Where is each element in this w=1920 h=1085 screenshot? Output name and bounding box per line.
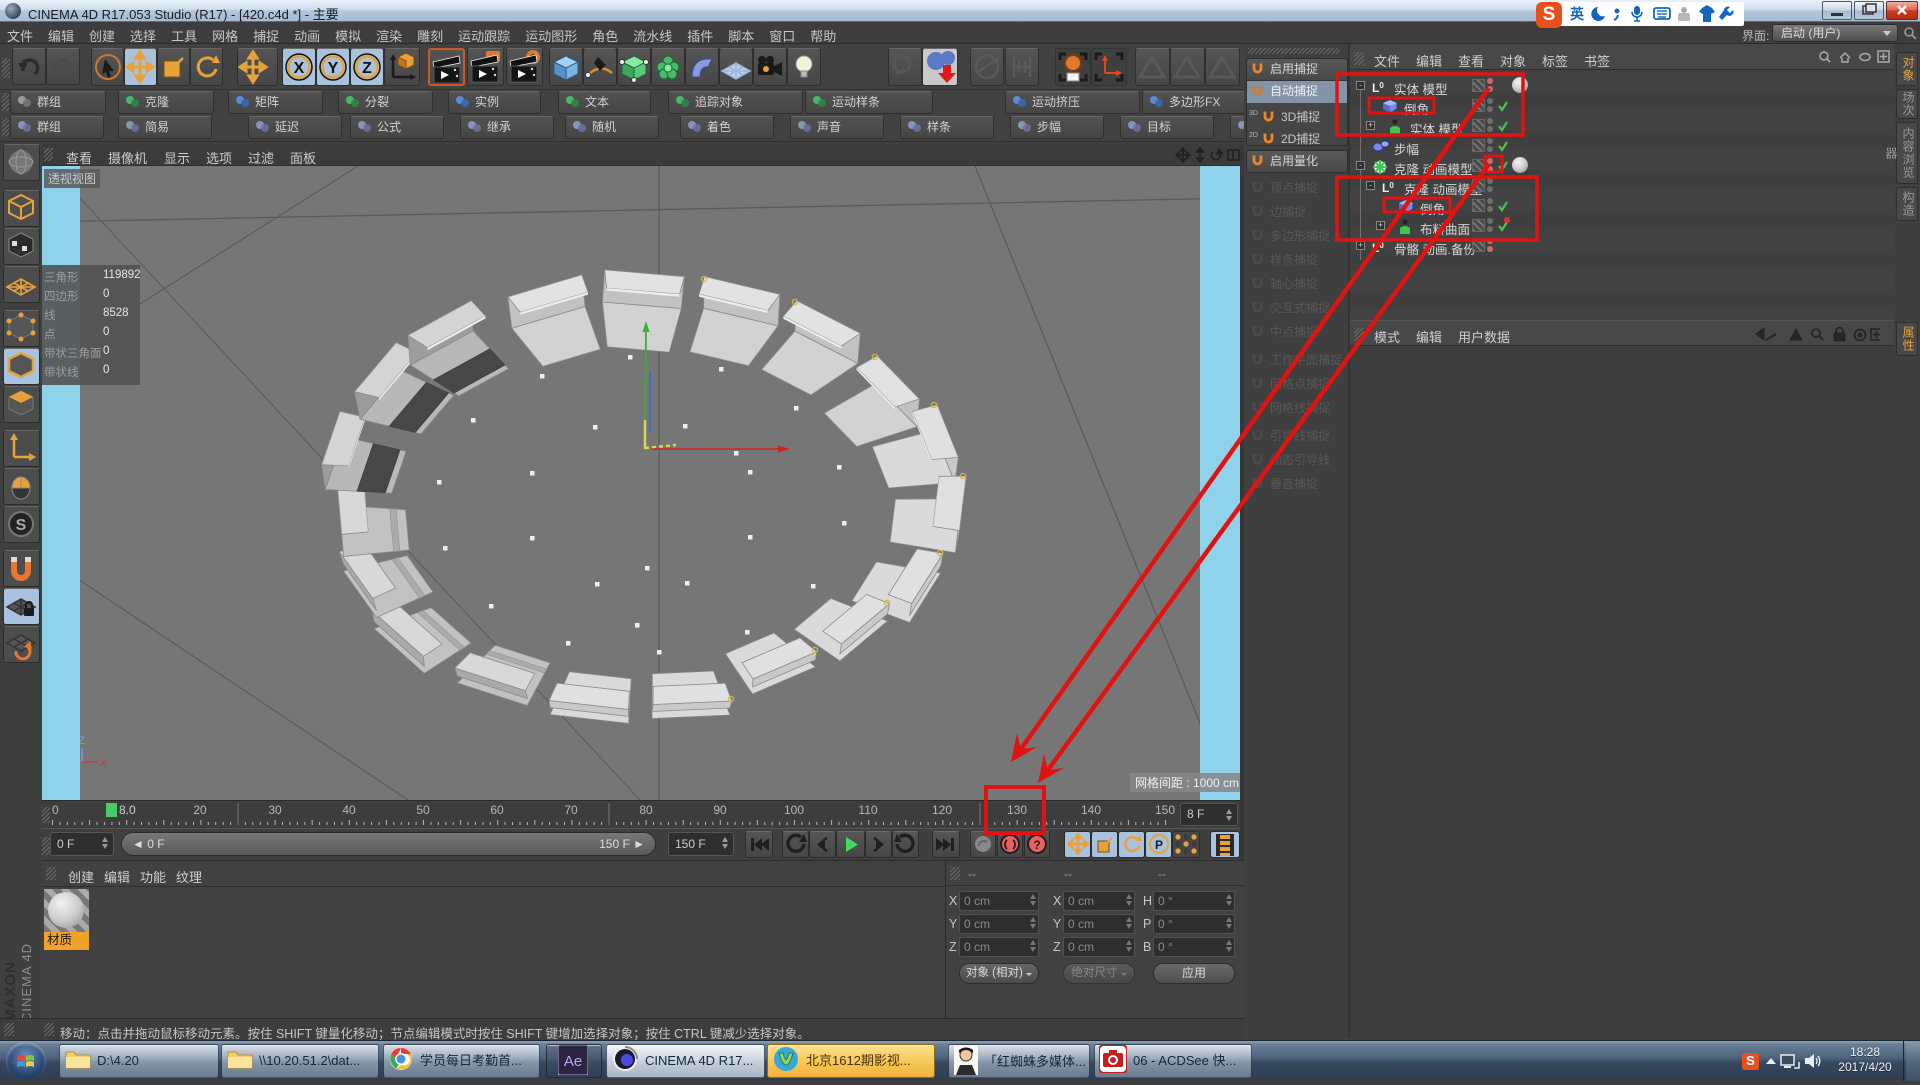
svg-text:150: 150 xyxy=(1155,803,1175,817)
svg-text:100: 100 xyxy=(784,803,804,817)
svg-text:90: 90 xyxy=(713,803,727,817)
svg-text:20: 20 xyxy=(193,803,207,817)
svg-text:130: 130 xyxy=(1007,803,1027,817)
svg-text:?: ? xyxy=(1033,838,1040,852)
svg-text:50: 50 xyxy=(416,803,430,817)
svg-text:40: 40 xyxy=(342,803,356,817)
svg-text:8.0: 8.0 xyxy=(119,803,136,817)
svg-text:英: 英 xyxy=(1569,6,1585,22)
svg-text:0: 0 xyxy=(52,803,59,817)
svg-text:S: S xyxy=(16,517,27,534)
svg-text:70: 70 xyxy=(564,803,578,817)
svg-text:140: 140 xyxy=(1081,803,1101,817)
svg-text:80: 80 xyxy=(639,803,653,817)
svg-text:Z: Z xyxy=(362,60,372,77)
svg-text:110: 110 xyxy=(858,803,877,817)
svg-text:30: 30 xyxy=(268,803,282,817)
svg-text:X: X xyxy=(294,60,305,77)
svg-text:60: 60 xyxy=(490,803,504,817)
svg-text:x: x xyxy=(100,757,106,769)
svg-text:120: 120 xyxy=(932,803,952,817)
svg-text:P: P xyxy=(1154,838,1162,852)
svg-text:Y: Y xyxy=(328,60,339,77)
svg-text:Ae: Ae xyxy=(564,1053,582,1070)
